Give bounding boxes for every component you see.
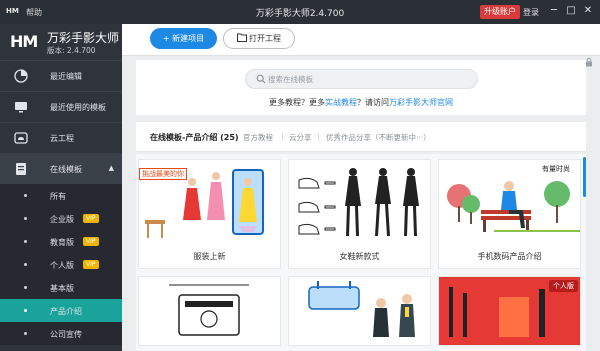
brand-name: 万彩手影大师 xyxy=(47,31,120,45)
search-panel: 更多教程？更多实战教程？请访问万彩手影大师官网 xyxy=(136,60,586,115)
brand: HM 万彩手影大师 版本: 2.4.700 xyxy=(0,24,122,60)
sidebar-item-label: 最近编辑 xyxy=(50,72,82,81)
grid-scrollbar[interactable] xyxy=(583,157,586,197)
category-label: 所有 xyxy=(50,192,66,201)
open-project-button[interactable]: 打开工程 xyxy=(223,28,295,49)
bullet-icon xyxy=(24,217,27,220)
tutorial-link[interactable]: 实战教程 xyxy=(325,98,357,107)
template-note: 有量时尚 xyxy=(542,165,570,173)
template-thumbnail xyxy=(289,277,430,345)
template-card[interactable]: 挑战最美的你 服装上新 xyxy=(138,159,281,269)
sidebar-item-online-templates[interactable]: 在线模板 ▲ xyxy=(0,153,122,184)
app-logo-icon: HM xyxy=(6,7,19,15)
vip-badge: VIP xyxy=(83,260,99,269)
folder-icon xyxy=(237,33,247,42)
category-company-promo[interactable]: 公司宣传 xyxy=(0,322,122,345)
sidebar: HM 万彩手影大师 版本: 2.4.700 最近编辑 最近使用的模板 云工程 在… xyxy=(0,24,122,351)
sidebar-item-label: 云工程 xyxy=(50,134,74,143)
upgrade-account-button[interactable]: 升级账户 xyxy=(480,5,520,19)
category-label: 教育版 xyxy=(50,238,74,247)
search-input[interactable] xyxy=(268,73,468,85)
promo-text: ？请访问 xyxy=(357,98,389,107)
template-thumbnail xyxy=(139,277,280,345)
sidebar-item-label: 最近使用的模板 xyxy=(50,103,106,112)
category-label: 企业版 xyxy=(50,215,74,224)
category-label: 个人版 xyxy=(50,261,74,270)
sidebar-item-recent-templates[interactable]: 最近使用的模板 xyxy=(0,91,122,122)
monitor-icon xyxy=(15,102,27,113)
minimize-icon[interactable]: ─ xyxy=(547,4,561,18)
new-project-button[interactable]: + 新建项目 xyxy=(150,28,217,49)
category-label: 公司宣传 xyxy=(50,330,82,339)
bullet-icon xyxy=(24,194,27,197)
template-card[interactable]: 个人版 xyxy=(438,276,581,346)
vip-badge: VIP xyxy=(83,237,99,246)
sidebar-item-recent-edits[interactable]: 最近编辑 xyxy=(0,60,122,91)
category-personal[interactable]: 个人版 VIP xyxy=(0,253,122,276)
help-menu[interactable]: 帮助 xyxy=(26,7,42,18)
tab-separator: | xyxy=(317,132,320,141)
template-badge: 挑战最美的你 xyxy=(139,168,187,180)
bullet-icon xyxy=(24,332,27,335)
category-label: 基本版 xyxy=(50,284,74,293)
toolbar: + 新建项目 打开工程 xyxy=(122,24,600,56)
tab-separator: | xyxy=(281,132,284,141)
template-card[interactable] xyxy=(138,276,281,346)
category-product-intro[interactable]: 产品介绍 xyxy=(0,299,122,322)
search-icon xyxy=(256,74,266,84)
brand-version: 版本: 2.4.700 xyxy=(47,46,96,55)
personal-edition-badge: 个人版 xyxy=(549,280,578,292)
category-enterprise[interactable]: 企业版 VIP xyxy=(0,207,122,230)
brand-logo: HM xyxy=(10,32,38,51)
search-bar[interactable] xyxy=(245,69,478,89)
template-category-list: 所有 企业版 VIP 教育版 VIP 个人版 VIP 基本版 产品介绍 公司宣传 xyxy=(0,184,122,345)
app-window: HM 帮助 万彩手影大师2.4.700 升级账户 登录 ─ □ ✕ HM 万彩手… xyxy=(0,0,600,351)
bullet-icon xyxy=(24,240,27,243)
template-caption: 女鞋新款式 xyxy=(339,252,380,261)
tab-official-tutorials[interactable]: 官方教程 xyxy=(243,132,273,143)
maximize-icon[interactable]: □ xyxy=(564,4,578,18)
template-icon xyxy=(16,163,26,175)
bullet-icon xyxy=(24,286,27,289)
template-tabs: 在线模板-产品介绍 (25) 官方教程 | 云分享 | 优秀作品分享（不断更新中… xyxy=(136,122,586,152)
shoes-sketch-illustration xyxy=(289,160,430,248)
category-education[interactable]: 教育版 VIP xyxy=(0,230,122,253)
router-illustration xyxy=(289,277,430,345)
chevron-up-icon: ▲ xyxy=(108,164,114,172)
sidebar-item-label: 在线模板 xyxy=(50,165,82,174)
official-site-link[interactable]: 万彩手影大师官网 xyxy=(389,98,453,107)
template-caption: 手机数码产品介绍 xyxy=(477,252,542,261)
pie-chart-icon xyxy=(14,69,28,83)
vip-badge: VIP xyxy=(83,214,99,223)
sidebar-item-cloud-projects[interactable]: 云工程 xyxy=(0,122,122,153)
template-card[interactable]: 女鞋新款式 xyxy=(288,159,431,269)
login-button[interactable]: 登录 xyxy=(523,7,539,18)
template-thumbnail xyxy=(289,160,430,248)
tab-online-templates[interactable]: 在线模板-产品介绍 (25) xyxy=(150,132,239,143)
template-caption: 服装上新 xyxy=(193,252,226,261)
open-project-label: 打开工程 xyxy=(249,34,281,43)
category-basic[interactable]: 基本版 xyxy=(0,276,122,299)
bullet-icon xyxy=(24,263,27,266)
template-thumbnail: 个人版 xyxy=(439,277,580,345)
promo-line: 更多教程？更多实战教程？请访问万彩手影大师官网 xyxy=(136,97,586,108)
cloud-icon xyxy=(14,132,28,144)
tab-cloud-share[interactable]: 云分享 xyxy=(289,132,312,143)
template-grid: 挑战最美的你 服装上新 女鞋新款式 有量时尚 手机数码产品介绍 个人版 xyxy=(136,154,586,351)
template-thumbnail: 有量时尚 xyxy=(439,160,580,248)
close-icon[interactable]: ✕ xyxy=(581,4,595,18)
appliance-illustration xyxy=(139,277,280,345)
category-all[interactable]: 所有 xyxy=(0,184,122,207)
main-panel: + 新建项目 打开工程 更多教程？更多实战教程？请访问万彩手影大师官网 xyxy=(122,24,600,351)
template-card[interactable] xyxy=(288,276,431,346)
promo-text: 更多教程？更多 xyxy=(269,98,325,107)
tab-featured-works[interactable]: 优秀作品分享（不断更新中···） xyxy=(326,132,431,143)
title-bar: HM 帮助 万彩手影大师2.4.700 升级账户 登录 ─ □ ✕ xyxy=(0,0,600,24)
template-card[interactable]: 有量时尚 手机数码产品介绍 xyxy=(438,159,581,269)
bullet-icon xyxy=(24,309,27,312)
template-thumbnail: 挑战最美的你 xyxy=(139,160,280,248)
category-label: 产品介绍 xyxy=(50,307,82,316)
